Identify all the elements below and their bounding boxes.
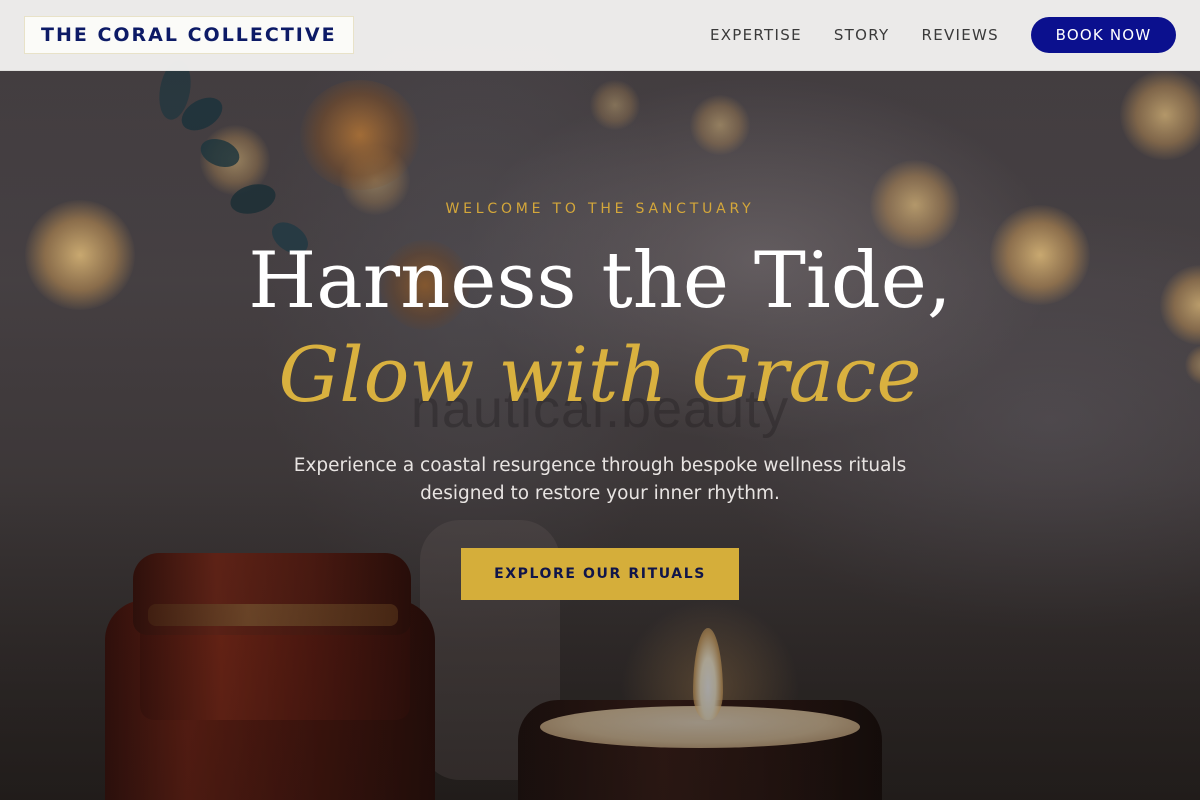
main-nav: EXPERTISE STORY REVIEWS BOOK NOW <box>710 17 1176 53</box>
nav-link-story[interactable]: STORY <box>834 26 890 44</box>
nav-link-reviews[interactable]: REVIEWS <box>921 26 999 44</box>
hero-content: WELCOME TO THE SANCTUARY Harness the Tid… <box>0 0 1200 800</box>
book-now-button[interactable]: BOOK NOW <box>1031 17 1176 53</box>
hero-title-line2: Glow with Grace <box>278 330 922 419</box>
hero-subtitle-line1: Experience a coastal resurgence through … <box>293 455 907 476</box>
site-header: THE CORAL COLLECTIVE EXPERTISE STORY REV… <box>0 0 1200 71</box>
nav-link-expertise[interactable]: EXPERTISE <box>710 26 802 44</box>
hero-title-line1: Harness the Tide, <box>248 236 952 326</box>
explore-rituals-button[interactable]: EXPLORE OUR RITUALS <box>461 548 739 600</box>
hero-subtitle-line2: designed to restore your inner rhythm. <box>420 483 780 504</box>
hero-subtitle: Experience a coastal resurgence through … <box>250 452 950 508</box>
hero-eyebrow: WELCOME TO THE SANCTUARY <box>445 201 755 217</box>
logo[interactable]: THE CORAL COLLECTIVE <box>24 16 354 54</box>
